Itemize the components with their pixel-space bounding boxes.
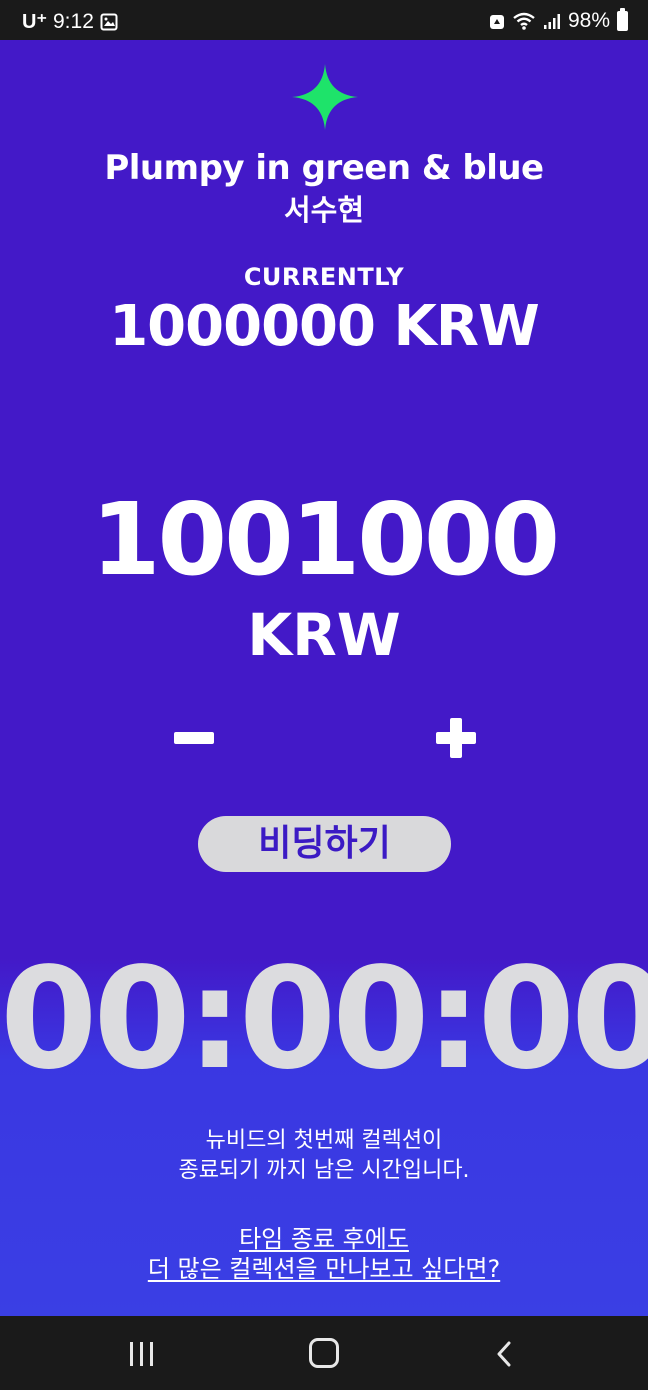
- current-price: 1000000 KRW: [109, 294, 540, 359]
- more-collections-line-1[interactable]: 타임 종료 후에도: [0, 1224, 648, 1254]
- more-collections-line-2[interactable]: 더 많은 컬렉션을 만나보고 싶다면?: [0, 1254, 648, 1284]
- countdown-timer: 00:00:00: [0, 938, 648, 1101]
- signal-icon: [543, 14, 560, 29]
- more-collections-link[interactable]: 타임 종료 후에도 더 많은 컬렉션을 만나보고 싶다면?: [0, 1224, 648, 1284]
- current-price-label: CURRENTLY: [243, 263, 405, 291]
- artist-name: 서수현: [283, 193, 365, 227]
- increase-bid-button[interactable]: [430, 712, 482, 764]
- timer-description: 뉴비드의 첫번째 컬렉션이 종료되기 까지 남은 시간입니다.: [0, 1126, 648, 1186]
- bid-amount: 1001000: [90, 481, 560, 598]
- gallery-notification-icon: [100, 13, 118, 30]
- carrier-label: U⁺: [22, 11, 47, 33]
- auction-screen: Plumpy in green & blue 서수현 CURRENTLY 100…: [0, 40, 648, 1316]
- bid-currency: KRW: [247, 601, 401, 669]
- status-left: U⁺ 9:12: [22, 9, 118, 34]
- recent-apps-icon[interactable]: [128, 1342, 156, 1366]
- decrease-bid-button[interactable]: [168, 712, 220, 764]
- artwork-title: Plumpy in green & blue: [104, 148, 544, 188]
- sparkle-icon: [292, 64, 358, 130]
- back-icon[interactable]: [492, 1340, 516, 1368]
- status-right: 98%: [489, 8, 628, 33]
- clock: 9:12: [53, 9, 94, 33]
- navigation-bar: [0, 1316, 648, 1390]
- battery-icon: [617, 8, 628, 31]
- bid-button[interactable]: 비딩하기: [198, 816, 451, 872]
- battery-percent: 98%: [567, 9, 610, 32]
- home-icon[interactable]: [309, 1338, 339, 1368]
- status-bar: U⁺ 9:12 98%: [0, 0, 648, 40]
- wifi-icon: [513, 12, 535, 30]
- timer-description-line-2: 종료되기 까지 남은 시간입니다.: [178, 1158, 470, 1183]
- recycle-icon: [489, 15, 504, 29]
- timer-description-line-1: 뉴비드의 첫번째 컬렉션이: [205, 1128, 443, 1153]
